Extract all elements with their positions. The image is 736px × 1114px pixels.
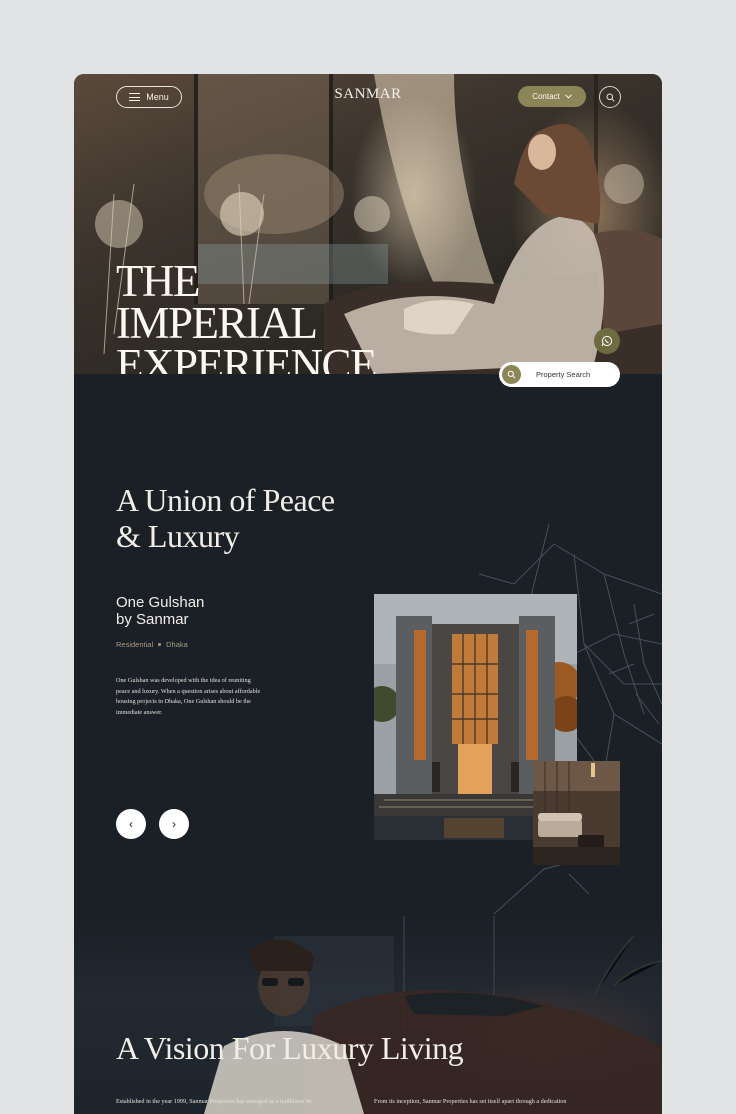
project-name-line: by Sanmar xyxy=(116,611,189,628)
prev-button[interactable]: ‹ xyxy=(116,809,146,839)
property-search-button[interactable]: Property Search xyxy=(499,362,620,387)
menu-label: Menu xyxy=(146,92,169,102)
property-search-label: Property Search xyxy=(536,370,591,379)
search-icon xyxy=(606,93,615,102)
hero-section: Menu SANMAR Contact THE IMPERIAL EXPERIE… xyxy=(74,74,662,374)
project-tag: Dhaka xyxy=(166,640,188,649)
property-search-icon-wrap xyxy=(502,365,521,384)
menu-icon xyxy=(129,93,141,101)
search-icon xyxy=(507,370,516,379)
chevron-down-icon xyxy=(564,94,572,99)
hero-title-line: THE xyxy=(116,256,200,306)
section-title-line: & Luxury xyxy=(116,518,240,554)
contact-label: Contact xyxy=(532,92,560,101)
hero-title: THE IMPERIAL EXPERIENCE xyxy=(116,256,378,375)
page: Menu SANMAR Contact THE IMPERIAL EXPERIE… xyxy=(74,74,662,1114)
menu-button[interactable]: Menu xyxy=(116,86,182,108)
tag-separator xyxy=(158,643,162,646)
interior-illustration xyxy=(533,761,620,865)
contact-button[interactable]: Contact xyxy=(518,86,586,107)
vision-background-image xyxy=(204,916,662,1114)
brand-name: SANMAR xyxy=(334,86,402,102)
vision-section: A Vision For Luxury Living Established i… xyxy=(74,916,662,1114)
section-title-line: A Union of Peace xyxy=(116,482,335,518)
hero-title-line: IMPERIAL xyxy=(116,298,318,348)
project-tag: Residential xyxy=(116,640,154,649)
project-tags: Residential Dhaka xyxy=(116,640,188,649)
project-name: One Gulshan by Sanmar xyxy=(116,594,204,628)
hero-title-line: EXPERIENCE xyxy=(116,340,378,375)
section-title: A Union of Peace & Luxury xyxy=(116,482,436,554)
arrow-left-icon: ‹ xyxy=(129,817,133,831)
next-button[interactable]: › xyxy=(159,809,189,839)
header-search-button[interactable] xyxy=(599,86,621,108)
arrow-right-icon: › xyxy=(172,817,176,831)
whatsapp-icon xyxy=(601,335,613,347)
whatsapp-button[interactable] xyxy=(594,328,620,354)
interior-image[interactable] xyxy=(533,761,620,865)
vision-title: A Vision For Luxury Living xyxy=(116,1030,464,1066)
project-description: One Gulshan was developed with the idea … xyxy=(116,677,261,716)
brand-logo[interactable]: SANMAR xyxy=(318,86,418,102)
project-name-line: One Gulshan xyxy=(116,594,205,611)
